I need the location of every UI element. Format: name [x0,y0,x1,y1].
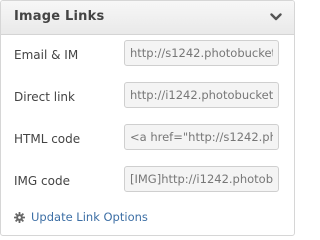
link-row-img-code: IMG code [1,161,294,203]
email-im-label: Email & IM [14,48,79,62]
link-row-email-im: Email & IM [1,35,294,77]
link-row-html-code: HTML code [1,119,294,161]
gear-icon [14,211,25,223]
img-code-label: IMG code [14,174,70,188]
html-code-label: HTML code [14,132,81,146]
email-im-link-field[interactable] [124,40,279,66]
html-code-field[interactable] [124,124,279,150]
panel-header[interactable]: Image Links [1,1,294,35]
link-row-direct-link: Direct link [1,77,294,119]
update-link-options-link[interactable]: Update Link Options [31,210,148,224]
panel-title: Image Links [14,9,105,24]
img-code-field[interactable] [124,166,279,192]
image-links-panel: Image Links Email & IM Direct link HTML … [0,0,295,236]
chevron-down-icon[interactable] [270,12,282,22]
direct-link-field[interactable] [124,82,279,108]
direct-link-label: Direct link [14,90,75,104]
footer: Update Link Options [14,209,148,225]
